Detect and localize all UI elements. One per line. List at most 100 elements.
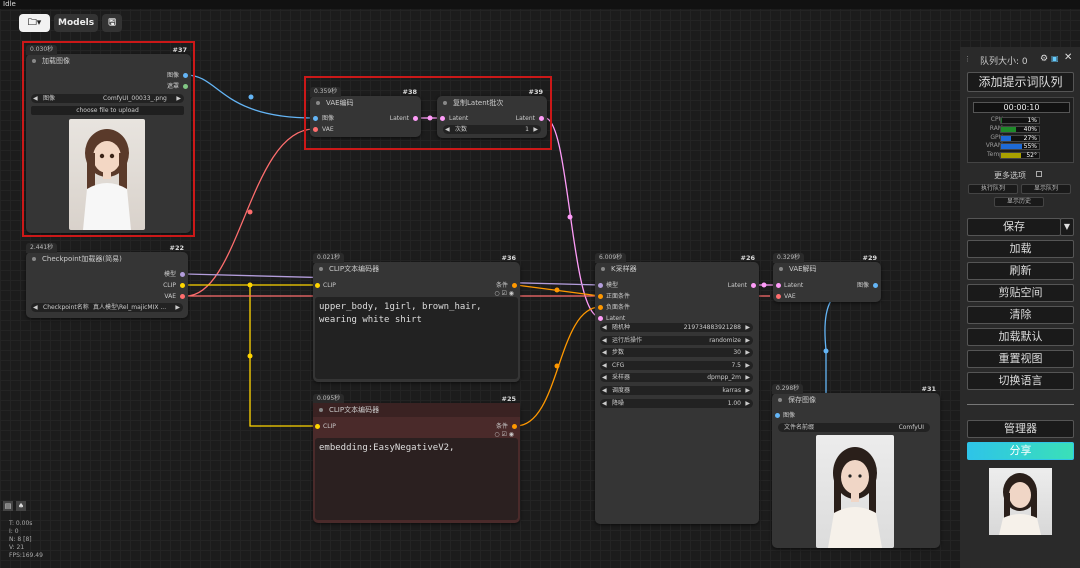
arrow-right-icon[interactable]: ▶ <box>745 373 750 382</box>
share-button[interactable]: 分享 <box>967 442 1074 460</box>
node-title[interactable]: 保存图像 <box>772 393 940 407</box>
save-icon: 🖫 <box>108 18 116 28</box>
load-default-button[interactable]: 加载默认 <box>967 328 1074 346</box>
save-dropdown-icon[interactable]: ▼ <box>1060 218 1074 236</box>
canvas-save-icon[interactable]: ▤ <box>3 501 13 511</box>
arrow-left-icon[interactable]: ◀ <box>602 399 607 408</box>
prompt-textarea[interactable]: upper_body, 1girl, brown_hair, wearing w… <box>315 297 518 379</box>
ksampler-widget-6[interactable]: ◀ 降噪 1.00 ▶ <box>600 398 753 408</box>
input-image-slot[interactable] <box>775 413 780 418</box>
show-history-button[interactable]: 显示历史 <box>994 197 1044 207</box>
arrow-right-icon[interactable]: ▶ <box>175 303 180 312</box>
refresh-button[interactable]: 刷新 <box>967 262 1074 280</box>
arrow-right-icon[interactable]: ▶ <box>745 336 750 345</box>
node-checkpoint-loader[interactable]: 2.441秒 #22 Checkpoint加载器(简易) 模型 CLIP VAE… <box>26 243 188 318</box>
node-clip-text-negative[interactable]: 0.095秒 #25 CLIP文本编码器 CLIP 条件 ○ ☑ ◉ embed… <box>313 394 520 523</box>
bottom-left-tools: ▤ ♠ <box>3 501 26 511</box>
drag-handle-icon[interactable]: ⋮ <box>964 55 971 63</box>
arrow-right-icon[interactable]: ▶ <box>745 386 750 395</box>
canvas-pin-icon[interactable]: ♠ <box>16 501 26 511</box>
output-cond-slot[interactable] <box>512 283 517 288</box>
node-title[interactable]: Checkpoint加载器(简易) <box>26 252 188 266</box>
workflow-menu-button[interactable]: 🗀▾ <box>19 14 50 32</box>
arrow-right-icon[interactable]: ▶ <box>745 399 750 408</box>
arrow-left-icon[interactable]: ◀ <box>602 336 607 345</box>
output-clip-slot[interactable] <box>180 283 185 288</box>
gear-icon[interactable]: ⚙ <box>1040 54 1048 64</box>
arrow-left-icon[interactable]: ◀ <box>33 303 38 312</box>
arrow-left-icon[interactable]: ◀ <box>602 373 607 382</box>
output-model-slot[interactable] <box>180 272 185 277</box>
arrow-right-icon[interactable]: ▶ <box>745 361 750 370</box>
show-queue-button[interactable]: 显示队列 <box>1021 184 1071 194</box>
switch-language-button[interactable]: 切换语言 <box>967 372 1074 390</box>
filename-prefix-widget[interactable]: 文件名前缀 ComfyUI <box>778 423 930 432</box>
link-image-midpoint <box>248 94 254 100</box>
input-vae-label: VAE <box>784 293 796 300</box>
arrow-right-icon[interactable]: ▶ <box>745 323 750 332</box>
output-cond-slot[interactable] <box>512 424 517 429</box>
save-workflow-button[interactable]: 🖫 <box>102 14 123 32</box>
link-vae-encode-midpoint <box>247 209 253 215</box>
output-latent-label: Latent <box>727 282 747 289</box>
save-button[interactable]: 保存 <box>967 218 1061 236</box>
arrow-right-icon[interactable]: ▶ <box>745 348 750 357</box>
node-save-image[interactable]: 0.298秒 #31 保存图像 图像 文件名前缀 ComfyUI <box>772 384 940 548</box>
link-latent-repeat-midpoint <box>567 214 573 220</box>
ksampler-widget-4[interactable]: ◀ 采样器 dpmpp_2m ▶ <box>600 373 753 383</box>
node-ksampler[interactable]: 6.009秒 #26 K采样器 模型 正面条件 负面条件 Latent Late… <box>595 253 759 524</box>
output-latent-slot[interactable] <box>751 283 756 288</box>
node-title[interactable]: CLIP文本编码器 <box>313 403 520 417</box>
prompt-textarea[interactable]: embedding:EasyNegativeV2, <box>315 438 518 520</box>
girl-photo-icon <box>828 447 882 548</box>
arrow-left-icon[interactable]: ◀ <box>602 348 607 357</box>
ksampler-widget-1[interactable]: ◀ 运行后操作 randomize ▶ <box>600 335 753 345</box>
node-vae-decode[interactable]: 0.329秒 #29 VAE解码 Latent VAE 图像 <box>773 253 881 302</box>
render-stats: T: 0.00s I: 0 N: 8 [8] V: 21 FPS:169.49 <box>9 520 43 559</box>
arrow-left-icon[interactable]: ◀ <box>602 386 607 395</box>
input-clip-slot[interactable] <box>315 283 320 288</box>
node-title[interactable]: CLIP文本编码器 <box>313 262 520 276</box>
clear-button[interactable]: 清除 <box>967 306 1074 324</box>
input-clip-label: CLIP <box>323 423 336 430</box>
output-model-label: 模型 <box>163 271 176 278</box>
queue-preview-image[interactable] <box>989 468 1052 535</box>
link-cond-positive-midpoint <box>554 287 560 293</box>
queue-size: 队列大小: 0 <box>980 57 1028 67</box>
input-latent-slot[interactable] <box>598 316 603 321</box>
arrow-left-icon[interactable]: ◀ <box>602 323 607 332</box>
output-vae-slot[interactable] <box>180 294 185 299</box>
arrow-left-icon[interactable]: ◀ <box>602 361 607 370</box>
node-title[interactable]: VAE解码 <box>773 262 881 276</box>
input-latent-slot[interactable] <box>776 283 781 288</box>
link-latent-repeat <box>544 117 601 318</box>
add-queue-button[interactable]: 添加提示词队列 <box>967 72 1074 92</box>
ksampler-widget-3[interactable]: ◀ CFG 7.5 ▶ <box>600 360 753 370</box>
output-vae-label: VAE <box>164 293 176 300</box>
node-clip-text-positive[interactable]: 0.021秒 #36 CLIP文本编码器 CLIP 条件 ○ ☑ ◉ upper… <box>313 253 520 382</box>
ksampler-widget-0[interactable]: ◀ 随机种 219734883921288 ▶ <box>600 323 753 332</box>
models-button[interactable]: Models <box>54 14 99 32</box>
output-image-slot[interactable] <box>873 283 878 288</box>
clipspace-button[interactable]: 剪贴空间 <box>967 284 1074 302</box>
reset-view-button[interactable]: 重置视图 <box>967 350 1074 368</box>
image-icon[interactable]: ▣ <box>1051 54 1059 63</box>
run-queue-button[interactable]: 执行队列 <box>968 184 1018 194</box>
manager-button[interactable]: 管理器 <box>967 420 1074 438</box>
input-clip-slot[interactable] <box>315 424 320 429</box>
monitor-bar-temp: 52° <box>1000 152 1040 160</box>
more-options-checkbox[interactable] <box>1036 171 1042 177</box>
input-positive-slot[interactable] <box>598 294 603 299</box>
ksampler-widget-5[interactable]: ◀ 调度器 karras ▶ <box>600 386 753 395</box>
more-options-label: 更多选项 <box>994 171 1026 180</box>
input-model-slot[interactable] <box>598 283 603 288</box>
node-title[interactable]: K采样器 <box>595 262 759 276</box>
load-button[interactable]: 加载 <box>967 240 1074 258</box>
input-negative-slot[interactable] <box>598 305 603 310</box>
input-negative-label: 负面条件 <box>606 304 631 311</box>
input-vae-slot[interactable] <box>776 294 781 299</box>
checkpoint-combo[interactable]: ◀ Checkpoint名称 真人模型\Rel_majicMIX ... ▶ <box>31 303 183 312</box>
folder-icon: 🗀▾ <box>27 18 42 28</box>
close-icon[interactable]: ✕ <box>1064 52 1072 63</box>
ksampler-widget-2[interactable]: ◀ 步数 30 ▶ <box>600 348 753 358</box>
